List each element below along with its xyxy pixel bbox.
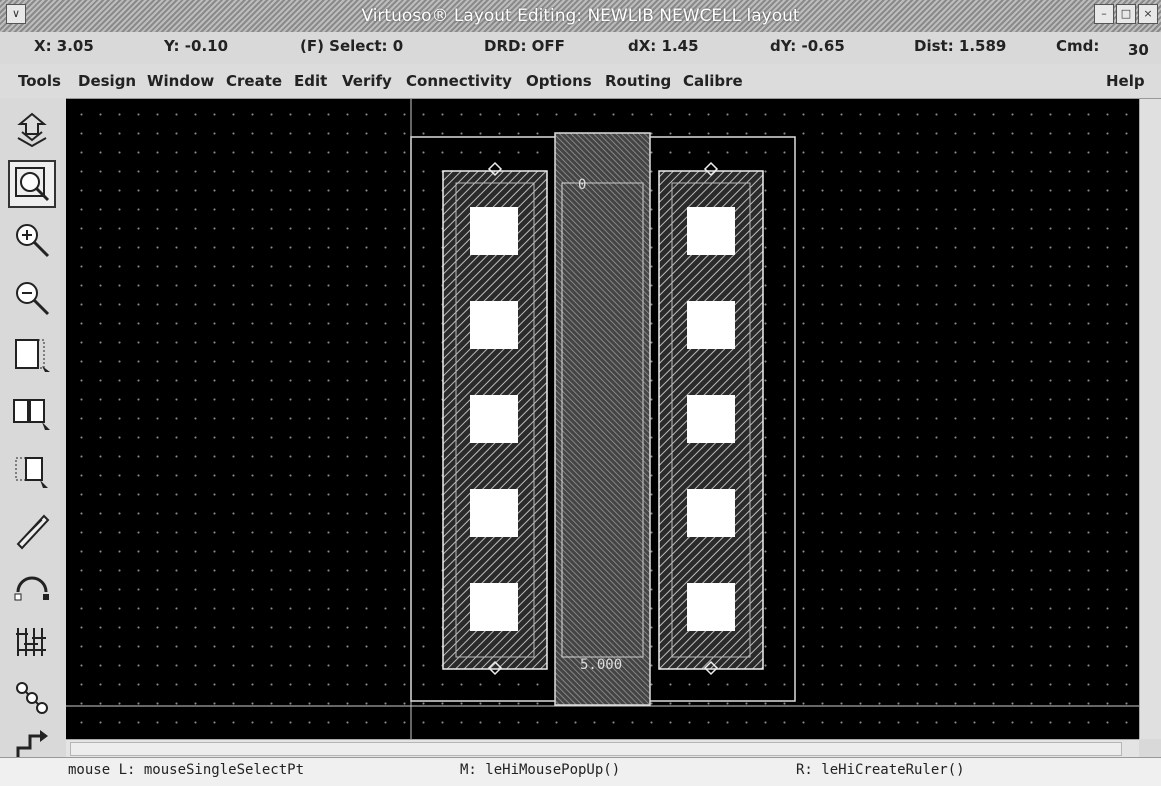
drd-status: DRD: OFF — [484, 37, 565, 55]
menu-edit[interactable]: Edit — [294, 72, 327, 90]
copy-icon[interactable] — [8, 390, 56, 438]
menu-tools[interactable]: Tools — [18, 72, 61, 90]
mouse-right-binding: R: leHiCreateRuler() — [796, 762, 965, 778]
menu-routing[interactable]: Routing — [605, 72, 671, 90]
close-button[interactable]: × — [1138, 4, 1158, 24]
menu-verify[interactable]: Verify — [342, 72, 392, 90]
title-bar: ∨ Virtuoso® Layout Editing: NEWLIB NEWCE… — [0, 0, 1161, 33]
contact — [470, 301, 518, 349]
distance-value: Dist: 1.589 — [914, 37, 1007, 55]
cmd-label: Cmd: — [1056, 37, 1100, 55]
layout-canvas[interactable]: 0 5.000 — [66, 99, 1139, 739]
poly-gate — [554, 132, 651, 706]
save-icon[interactable] — [8, 106, 56, 154]
move-icon[interactable] — [8, 448, 56, 496]
status-bar: X: 3.05 Y: -0.10 (F) Select: 0 DRD: OFF … — [0, 32, 1161, 65]
ruler-start-label: 0 — [578, 177, 586, 193]
y-coordinate: Y: -0.10 — [164, 37, 229, 55]
horizontal-scrollbar[interactable] — [66, 739, 1139, 758]
scrollbar-thumb[interactable] — [70, 742, 1122, 756]
contact — [470, 583, 518, 631]
maximize-button[interactable]: □ — [1116, 4, 1136, 24]
contact — [687, 395, 735, 443]
zoom-fit-icon[interactable] — [8, 160, 56, 208]
window-title: Virtuoso® Layout Editing: NEWLIB NEWCELL… — [361, 6, 800, 26]
ruler-end-label: 5.000 — [580, 657, 622, 673]
menu-create[interactable]: Create — [226, 72, 282, 90]
tool-palette — [0, 98, 67, 770]
minimize-button[interactable]: – — [1094, 4, 1114, 24]
undo-icon[interactable] — [8, 562, 56, 610]
menu-design[interactable]: Design — [78, 72, 136, 90]
x-coordinate: X: 3.05 — [34, 37, 94, 55]
select-count: (F) Select: 0 — [300, 37, 404, 55]
contact — [687, 301, 735, 349]
contact — [687, 489, 735, 537]
zoom-out-icon[interactable] — [8, 274, 56, 322]
menu-bar: Tools Design Window Create Edit Verify C… — [0, 64, 1161, 99]
contact — [687, 583, 735, 631]
vertical-scrollbar[interactable] — [1139, 99, 1161, 739]
path-icon[interactable] — [8, 506, 56, 554]
menu-window[interactable]: Window — [147, 72, 214, 90]
cmd-count: 30 — [1128, 41, 1149, 59]
stretch-icon[interactable] — [8, 332, 56, 380]
contact — [470, 207, 518, 255]
menu-calibre[interactable]: Calibre — [683, 72, 743, 90]
menu-help[interactable]: Help — [1106, 72, 1145, 90]
contact — [470, 395, 518, 443]
hierarchy-icon[interactable] — [8, 674, 56, 722]
contact — [687, 207, 735, 255]
mouse-left-binding: mouse L: mouseSingleSelectPt — [68, 762, 305, 778]
layout-drawing: 0 5.000 — [66, 99, 1139, 739]
menu-options[interactable]: Options — [526, 72, 592, 90]
mouse-middle-binding: M: leHiMousePopUp() — [460, 762, 621, 778]
contact — [470, 489, 518, 537]
mouse-bindings-bar: mouse L: mouseSingleSelectPt M: leHiMous… — [0, 757, 1161, 786]
zoom-in-icon[interactable] — [8, 216, 56, 264]
menu-connectivity[interactable]: Connectivity — [406, 72, 512, 90]
dx-value: dX: 1.45 — [628, 37, 699, 55]
property-icon[interactable] — [8, 618, 56, 666]
dy-value: dY: -0.65 — [770, 37, 845, 55]
